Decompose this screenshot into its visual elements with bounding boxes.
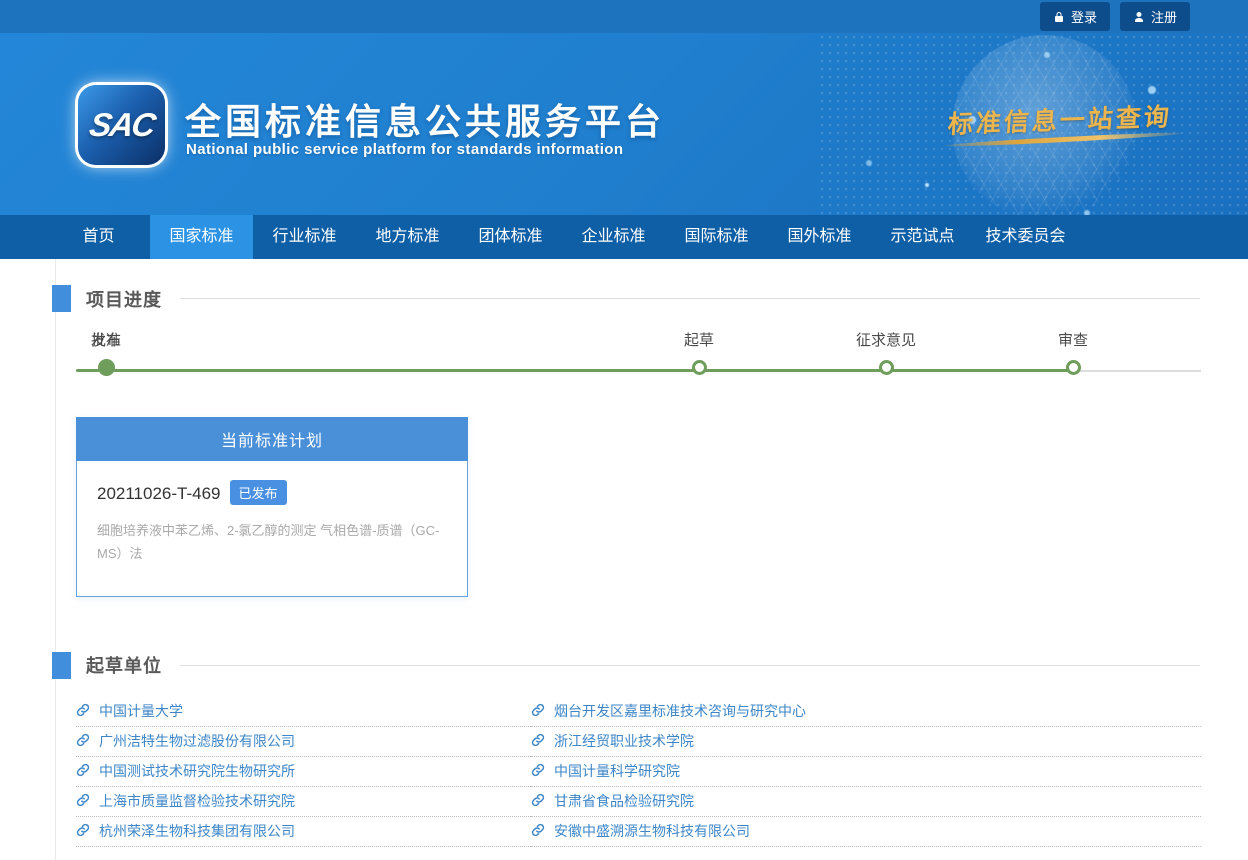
progress-step-dot bbox=[879, 360, 894, 375]
nav-item-label: 行业标准 bbox=[272, 228, 336, 245]
sac-logo-text: SAC bbox=[86, 106, 156, 144]
plan-card-header: 当前标准计划 bbox=[76, 417, 468, 461]
progress-step-0: 起草 bbox=[649, 330, 749, 375]
sparkle-dots-decoration bbox=[925, 183, 929, 187]
heading-rule bbox=[180, 298, 1200, 299]
nav-item-label: 团体标准 bbox=[478, 228, 542, 245]
site-title: 全国标准信息公共服务平台 bbox=[185, 93, 665, 145]
nav-item-8[interactable]: 示范试点 bbox=[871, 215, 974, 259]
progress-step-label: 起草 bbox=[649, 330, 749, 352]
nav-item-9[interactable]: 技术委员会 bbox=[974, 215, 1077, 259]
link-icon bbox=[531, 733, 545, 750]
content-container: 项目进度 起草 征求意见 审查 批准 bbox=[55, 259, 1200, 860]
drafting-section-title: 起草单位 bbox=[86, 652, 162, 678]
section-heading-progress: 项目进度 bbox=[52, 259, 1200, 312]
unit-name: 安徽中盛溯源生物科技有限公司 bbox=[554, 821, 750, 841]
heading-accent-bar bbox=[52, 285, 71, 312]
nav-item-1[interactable]: 国家标准 bbox=[150, 215, 253, 259]
progress-step-label: 发布 bbox=[56, 330, 156, 352]
unit-name: 浙江经贸职业技术学院 bbox=[554, 731, 694, 751]
register-button[interactable]: 注册 bbox=[1120, 2, 1190, 31]
progress-step-2: 审查 bbox=[1023, 330, 1123, 375]
register-label: 注册 bbox=[1151, 7, 1177, 26]
unit-name: 杭州荣泽生物科技集团有限公司 bbox=[99, 821, 295, 841]
drafting-units-column-left: 中国计量大学 广州洁特生物过滤股份有限公司 中国测试技术研究院生物研究所 上海市… bbox=[76, 697, 531, 847]
link-icon bbox=[531, 823, 545, 840]
unit-name: 甘肃省食品检验研究院 bbox=[554, 791, 694, 811]
sac-logo: SAC bbox=[78, 85, 165, 165]
progress-step-label: 征求意见 bbox=[836, 330, 936, 352]
plan-title: 细胞培养液中苯乙烯、2-氯乙醇的测定 气相色谱-质谱（GC-MS）法 bbox=[97, 519, 449, 566]
drafting-unit-link-0[interactable]: 烟台开发区嘉里标准技术咨询与研究中心 bbox=[531, 697, 1201, 727]
drafting-unit-link-0[interactable]: 中国计量大学 bbox=[76, 697, 531, 727]
link-icon bbox=[531, 793, 545, 810]
nav-item-label: 企业标准 bbox=[581, 228, 645, 245]
nav-item-label: 地方标准 bbox=[375, 228, 439, 245]
plan-code: 20211026-T-469 bbox=[97, 484, 221, 503]
unit-name: 中国测试技术研究院生物研究所 bbox=[99, 761, 295, 781]
drafting-unit-link-1[interactable]: 浙江经贸职业技术学院 bbox=[531, 727, 1201, 757]
site-subtitle: National public service platform for sta… bbox=[186, 141, 623, 158]
drafting-unit-link-4[interactable]: 杭州荣泽生物科技集团有限公司 bbox=[76, 817, 531, 847]
nav-item-label: 国际标准 bbox=[684, 228, 748, 245]
nav-item-4[interactable]: 团体标准 bbox=[459, 215, 562, 259]
unit-name: 中国计量大学 bbox=[99, 701, 183, 721]
nav-item-label: 技术委员会 bbox=[985, 228, 1065, 245]
nav-item-5[interactable]: 企业标准 bbox=[562, 215, 665, 259]
drafting-units-column-right: 烟台开发区嘉里标准技术咨询与研究中心 浙江经贸职业技术学院 中国计量科学研究院 … bbox=[531, 697, 1201, 847]
login-button[interactable]: 登录 bbox=[1040, 2, 1110, 31]
current-plan-card: 当前标准计划 20211026-T-469 已发布 细胞培养液中苯乙烯、2-氯乙醇… bbox=[76, 417, 468, 597]
progress-timeline: 起草 征求意见 审查 批准 发布 bbox=[56, 330, 1200, 400]
drafting-unit-link-2[interactable]: 中国测试技术研究院生物研究所 bbox=[76, 757, 531, 787]
site-header: SAC 全国标准信息公共服务平台 National public service… bbox=[0, 33, 1248, 215]
unit-name: 烟台开发区嘉里标准技术咨询与研究中心 bbox=[554, 701, 806, 721]
user-icon bbox=[1133, 11, 1145, 23]
progress-section-title: 项目进度 bbox=[86, 286, 162, 312]
login-label: 登录 bbox=[1071, 7, 1097, 26]
nav-item-2[interactable]: 行业标准 bbox=[253, 215, 356, 259]
link-icon bbox=[76, 793, 90, 810]
link-icon bbox=[76, 733, 90, 750]
drafting-unit-link-1[interactable]: 广州洁特生物过滤股份有限公司 bbox=[76, 727, 531, 757]
drafting-units-list: 中国计量大学 广州洁特生物过滤股份有限公司 中国测试技术研究院生物研究所 上海市… bbox=[76, 697, 1201, 847]
heading-rule bbox=[180, 665, 1200, 666]
drafting-unit-link-3[interactable]: 上海市质量监督检验技术研究院 bbox=[76, 787, 531, 817]
link-icon bbox=[531, 763, 545, 780]
heading-accent-bar bbox=[52, 652, 71, 679]
nav-item-label: 国家标准 bbox=[169, 228, 233, 245]
unit-name: 广州洁特生物过滤股份有限公司 bbox=[99, 731, 295, 751]
progress-step-label: 审查 bbox=[1023, 330, 1123, 352]
link-icon bbox=[531, 703, 545, 720]
unit-name: 上海市质量监督检验技术研究院 bbox=[99, 791, 295, 811]
link-icon bbox=[76, 703, 90, 720]
progress-step-1: 征求意见 bbox=[836, 330, 936, 375]
nav-item-0[interactable]: 首页 bbox=[47, 215, 150, 259]
nav-item-label: 示范试点 bbox=[890, 228, 954, 245]
drafting-unit-link-3[interactable]: 甘肃省食品检验研究院 bbox=[531, 787, 1201, 817]
nav-item-6[interactable]: 国际标准 bbox=[665, 215, 768, 259]
plan-card-body: 20211026-T-469 已发布 细胞培养液中苯乙烯、2-氯乙醇的测定 气相色… bbox=[76, 461, 468, 597]
progress-step-4: 发布 bbox=[56, 330, 156, 376]
progress-step-dot bbox=[98, 359, 115, 376]
plan-code-row: 20211026-T-469 已发布 bbox=[97, 481, 447, 506]
status-badge: 已发布 bbox=[230, 480, 287, 505]
drafting-unit-link-4[interactable]: 安徽中盛溯源生物科技有限公司 bbox=[531, 817, 1201, 847]
topbar: 登录 注册 bbox=[0, 0, 1248, 33]
link-icon bbox=[76, 823, 90, 840]
section-heading-drafting: 起草单位 bbox=[52, 597, 1200, 679]
nav-item-label: 国外标准 bbox=[787, 228, 851, 245]
progress-step-dot bbox=[692, 360, 707, 375]
drafting-unit-link-2[interactable]: 中国计量科学研究院 bbox=[531, 757, 1201, 787]
progress-step-dot bbox=[1066, 360, 1081, 375]
unit-name: 中国计量科学研究院 bbox=[554, 761, 680, 781]
link-icon bbox=[76, 763, 90, 780]
nav-item-7[interactable]: 国外标准 bbox=[768, 215, 871, 259]
nav-item-3[interactable]: 地方标准 bbox=[356, 215, 459, 259]
main-nav: 首页 国家标准 行业标准 地方标准 团体标准 企业标准 国际标准 国外标准 示范… bbox=[0, 215, 1248, 259]
nav-item-label: 首页 bbox=[82, 228, 114, 245]
lock-icon bbox=[1053, 11, 1065, 23]
